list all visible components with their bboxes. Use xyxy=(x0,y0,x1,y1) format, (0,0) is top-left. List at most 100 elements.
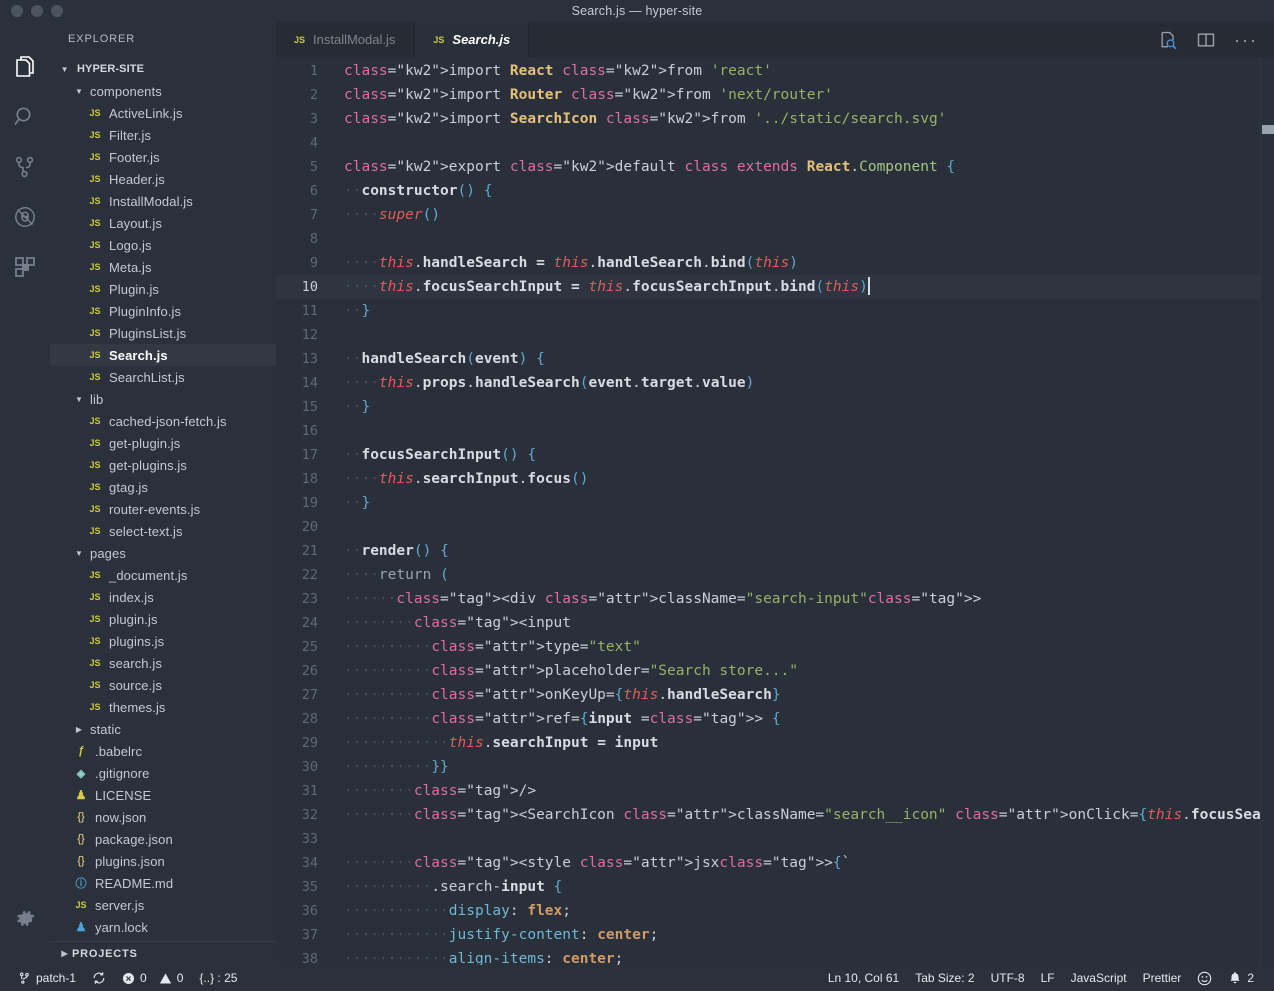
code-line[interactable]: 35··········.search-input { xyxy=(276,875,1274,899)
code-line[interactable]: 17··focusSearchInput() { xyxy=(276,443,1274,467)
tree-file-InstallModal.js[interactable]: JSInstallModal.js xyxy=(50,190,276,212)
status-sync[interactable] xyxy=(84,965,114,991)
tree-file-themes.js[interactable]: JSthemes.js xyxy=(50,696,276,718)
tree-folder-components[interactable]: ▼components xyxy=(50,80,276,102)
tree-root-hyper-site[interactable]: ▼ HYPER-SITE xyxy=(50,58,276,80)
tree-file-Meta.js[interactable]: JSMeta.js xyxy=(50,256,276,278)
tree-file-PluginInfo.js[interactable]: JSPluginInfo.js xyxy=(50,300,276,322)
tree-file-server.js[interactable]: JSserver.js xyxy=(50,894,276,916)
status-notifications[interactable]: 2 xyxy=(1220,965,1262,991)
tree-file-get-plugin.js[interactable]: JSget-plugin.js xyxy=(50,432,276,454)
code-line[interactable]: 37············justify-content: center; xyxy=(276,923,1274,947)
tree-file-cached-json-fetch.js[interactable]: JScached-json-fetch.js xyxy=(50,410,276,432)
code-line[interactable]: 31········class="tag">/> xyxy=(276,779,1274,803)
code-lines[interactable]: 1class="kw2">import React class="kw2">fr… xyxy=(276,57,1274,965)
code-line[interactable]: 26··········class="attr">placeholder="Se… xyxy=(276,659,1274,683)
activity-item-debug[interactable] xyxy=(0,192,50,242)
tree-file-.gitignore[interactable]: ◈.gitignore xyxy=(50,762,276,784)
code-line[interactable]: 4 xyxy=(276,131,1274,155)
code-line[interactable]: 12 xyxy=(276,323,1274,347)
tab-search-js[interactable]: JS Search.js xyxy=(414,22,529,57)
tree-file-search.js[interactable]: JSsearch.js xyxy=(50,652,276,674)
status-branch[interactable]: patch-1 xyxy=(10,965,84,991)
code-line[interactable]: 6··constructor() { xyxy=(276,179,1274,203)
code-line[interactable]: 2class="kw2">import Router class="kw2">f… xyxy=(276,83,1274,107)
tree-file-.babelrc[interactable]: ƒ.babelrc xyxy=(50,740,276,762)
tree-file-gtag.js[interactable]: JSgtag.js xyxy=(50,476,276,498)
activity-item-search[interactable] xyxy=(0,92,50,142)
status-cursor-position[interactable]: Ln 10, Col 61 xyxy=(820,965,907,991)
tree-file-plugin.js[interactable]: JSplugin.js xyxy=(50,608,276,630)
tree-folder-lib[interactable]: ▼lib xyxy=(50,388,276,410)
code-editor[interactable]: 1class="kw2">import React class="kw2">fr… xyxy=(276,57,1274,965)
code-line[interactable]: 27··········class="attr">onKeyUp={this.h… xyxy=(276,683,1274,707)
code-line[interactable]: 7····super() xyxy=(276,203,1274,227)
code-line[interactable]: 15··} xyxy=(276,395,1274,419)
tree-file-SearchList.js[interactable]: JSSearchList.js xyxy=(50,366,276,388)
tree-file-PluginsList.js[interactable]: JSPluginsList.js xyxy=(50,322,276,344)
code-line[interactable]: 16 xyxy=(276,419,1274,443)
status-feedback[interactable] xyxy=(1189,965,1220,991)
status-spaces[interactable]: {..} : 25 xyxy=(191,965,245,991)
code-line[interactable]: 5class="kw2">export class="kw2">default … xyxy=(276,155,1274,179)
activity-item-settings[interactable] xyxy=(0,893,50,943)
status-problems[interactable]: 0 0 xyxy=(114,965,191,991)
code-line[interactable]: 30··········}} xyxy=(276,755,1274,779)
code-line[interactable]: 23······class="tag"><div class="attr">cl… xyxy=(276,587,1274,611)
code-line[interactable]: 3class="kw2">import SearchIcon class="kw… xyxy=(276,107,1274,131)
file-tree[interactable]: ▼ HYPER-SITE ▼componentsJSActiveLink.jsJ… xyxy=(50,57,276,941)
status-formatter[interactable]: Prettier xyxy=(1135,965,1190,991)
code-line[interactable]: 24········class="tag"><input xyxy=(276,611,1274,635)
tab-installmodal-js[interactable]: JS InstallModal.js xyxy=(276,22,414,57)
code-line[interactable]: 38············align-items: center; xyxy=(276,947,1274,965)
code-line[interactable]: 18····this.searchInput.focus() xyxy=(276,467,1274,491)
activity-item-explorer[interactable] xyxy=(0,42,50,92)
code-line[interactable]: 9····this.handleSearch = this.handleSear… xyxy=(276,251,1274,275)
tree-file-Filter.js[interactable]: JSFilter.js xyxy=(50,124,276,146)
tree-file-package.json[interactable]: {}package.json xyxy=(50,828,276,850)
tree-file-now.json[interactable]: {}now.json xyxy=(50,806,276,828)
tree-file-README.md[interactable]: ⓘREADME.md xyxy=(50,872,276,894)
tree-file-yarn.lock[interactable]: ♟yarn.lock xyxy=(50,916,276,938)
tree-file-source.js[interactable]: JSsource.js xyxy=(50,674,276,696)
code-line[interactable]: 20 xyxy=(276,515,1274,539)
tree-folder-static[interactable]: ▶static xyxy=(50,718,276,740)
tree-file-Layout.js[interactable]: JSLayout.js xyxy=(50,212,276,234)
code-line[interactable]: 29············this.searchInput = input xyxy=(276,731,1274,755)
sidebar-section-projects[interactable]: ▶ PROJECTS xyxy=(50,941,276,965)
tree-file-select-text.js[interactable]: JSselect-text.js xyxy=(50,520,276,542)
tree-folder-pages[interactable]: ▼pages xyxy=(50,542,276,564)
code-line[interactable]: 33 xyxy=(276,827,1274,851)
code-line[interactable]: 28··········class="attr">ref={input =cla… xyxy=(276,707,1274,731)
status-encoding[interactable]: UTF-8 xyxy=(983,965,1033,991)
status-eol[interactable]: LF xyxy=(1033,965,1063,991)
tree-file-_document.js[interactable]: JS_document.js xyxy=(50,564,276,586)
tree-file-LICENSE[interactable]: ♟LICENSE xyxy=(50,784,276,806)
tree-file-index.js[interactable]: JSindex.js xyxy=(50,586,276,608)
code-line[interactable]: 19··} xyxy=(276,491,1274,515)
tree-file-Header.js[interactable]: JSHeader.js xyxy=(50,168,276,190)
tree-file-Search.js[interactable]: JSSearch.js xyxy=(50,344,276,366)
code-line[interactable]: 10····this.focusSearchInput = this.focus… xyxy=(276,275,1274,299)
tree-file-router-events.js[interactable]: JSrouter-events.js xyxy=(50,498,276,520)
code-line[interactable]: 32········class="tag"><SearchIcon class=… xyxy=(276,803,1274,827)
code-line[interactable]: 34········class="tag"><style class="attr… xyxy=(276,851,1274,875)
editor-scrollbar[interactable] xyxy=(1260,57,1274,965)
code-line[interactable]: 25··········class="attr">type="text" xyxy=(276,635,1274,659)
code-line[interactable]: 8 xyxy=(276,227,1274,251)
code-line[interactable]: 22····return ( xyxy=(276,563,1274,587)
tree-file-get-plugins.js[interactable]: JSget-plugins.js xyxy=(50,454,276,476)
status-tab-size[interactable]: Tab Size: 2 xyxy=(907,965,982,991)
tree-file-plugins.json[interactable]: {}plugins.json xyxy=(50,850,276,872)
more-actions-icon[interactable]: ··· xyxy=(1234,35,1258,45)
code-line[interactable]: 21··render() { xyxy=(276,539,1274,563)
tree-file-Footer.js[interactable]: JSFooter.js xyxy=(50,146,276,168)
split-editor-icon[interactable] xyxy=(1196,30,1216,50)
code-line[interactable]: 14····this.props.handleSearch(event.targ… xyxy=(276,371,1274,395)
tree-file-ActiveLink.js[interactable]: JSActiveLink.js xyxy=(50,102,276,124)
code-line[interactable]: 13··handleSearch(event) { xyxy=(276,347,1274,371)
activity-item-source-control[interactable] xyxy=(0,142,50,192)
activity-item-extensions[interactable] xyxy=(0,242,50,292)
status-language-mode[interactable]: JavaScript xyxy=(1063,965,1135,991)
tree-file-plugins.js[interactable]: JSplugins.js xyxy=(50,630,276,652)
